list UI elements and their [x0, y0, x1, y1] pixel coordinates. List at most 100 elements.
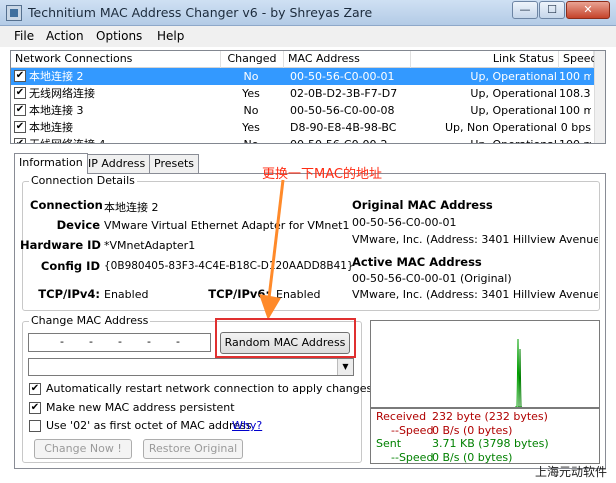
column-link-status[interactable]: Link Status [411, 51, 559, 68]
row-checkbox[interactable]: ✔ [14, 87, 26, 99]
list-header: Network Connections Changed MAC Address … [11, 51, 605, 68]
cell-speed: 100 mbps [559, 70, 591, 83]
cell-name: 无线网络连接 [29, 87, 95, 100]
cell-speed: 100 m [559, 136, 591, 143]
menu-action[interactable]: Action [46, 29, 84, 43]
chevron-down-icon[interactable]: ▼ [337, 359, 353, 375]
list-scrollbar[interactable] [594, 51, 605, 143]
persistent-label: Make new MAC address persistent [46, 401, 235, 414]
cell-name: 本地连接 [29, 121, 73, 134]
cell-name: 本地连接 2 [29, 70, 84, 83]
original-mac-heading: Original MAC Address [352, 198, 493, 212]
column-network-connections[interactable]: Network Connections [11, 51, 221, 68]
tab-information[interactable]: Information [14, 153, 88, 174]
auto-restart-label: Automatically restart network connection… [46, 382, 373, 395]
config-id-label: Config ID [40, 259, 100, 273]
original-vendor: VMware, Inc. (Address: 3401 Hillview Ave… [352, 233, 598, 246]
mac-separator: - [60, 335, 64, 348]
sent-speed-value: 0 B/s (0 bytes) [432, 451, 513, 464]
row-checkbox[interactable]: ✔ [14, 121, 26, 133]
window-title: Technitium MAC Address Changer v6 - by S… [28, 5, 373, 20]
row-checkbox[interactable]: ✔ [14, 138, 26, 143]
hardware-id-label: Hardware ID [20, 238, 101, 252]
cell-changed: No [243, 70, 259, 83]
row-checkbox[interactable]: ✔ [14, 70, 26, 82]
table-row[interactable]: ✔ 无线网络连接 Yes 02-0B-D2-3B-F7-D7 Up, Operation… [11, 85, 605, 102]
use-02-checkbox[interactable] [29, 420, 41, 432]
use-02-label: Use '02' as first octet of MAC address [46, 419, 252, 432]
cell-mac: D8-90-E8-4B-98-BC [290, 121, 397, 134]
cell-link: Up, Operational [470, 87, 557, 100]
cell-name: 无线网络连接 4 [29, 136, 219, 143]
hardware-id-value: *VMnetAdapter1 [104, 239, 196, 252]
tcpv4-value: Enabled [104, 288, 149, 301]
cell-changed: No [221, 136, 281, 143]
active-mac-value: 00-50-56-C0-00-01 (Original) [352, 272, 512, 285]
tab-presets[interactable]: Presets [149, 154, 200, 174]
device-label: Device [56, 218, 100, 232]
app-icon [6, 5, 22, 21]
menu-file[interactable]: File [14, 29, 34, 43]
tcpv4-label: TCP/IPv4: [38, 287, 100, 301]
sent-label: Sent [376, 437, 402, 450]
menu-bar: File Action Options Help [0, 26, 616, 47]
cell-changed: Yes [242, 87, 260, 100]
sent-speed-label: --Speed [391, 451, 434, 464]
close-button[interactable]: ✕ [566, 1, 610, 19]
config-id-value: {0B980405-83F3-4C4E-B18C-D120AADD8B41} [104, 260, 354, 272]
mac-address-input[interactable]: - - - - - [28, 333, 211, 352]
table-row[interactable]: ✔ 本地连接 3 No 00-50-56-C0-00-08 Up, Operationa… [11, 102, 605, 119]
cell-mac: 02-0B-D2-3B-F7-D7 [290, 87, 398, 100]
cell-changed: Yes [242, 121, 260, 134]
original-mac-value: 00-50-56-C0-00-01 [352, 216, 457, 229]
column-speed[interactable]: Speed [559, 51, 597, 68]
cell-name: 本地连接 3 [29, 104, 84, 117]
watermark: 上海元动软件 [535, 465, 608, 479]
cell-mac: 00-50-56-C0-00-01 [290, 70, 395, 83]
change-mac-title: Change MAC Address [29, 314, 151, 327]
vendor-select[interactable]: ▼ [28, 358, 354, 376]
auto-restart-checkbox[interactable]: ✔ [29, 383, 41, 395]
device-value: VMware Virtual Ethernet Adapter for VMne… [104, 219, 350, 232]
tab-ip-address[interactable]: IP Address [83, 154, 151, 174]
cell-mac: 00-50-56-C0-00-2 [290, 136, 420, 143]
cell-link: Up, Operational [470, 70, 557, 83]
cell-speed: 0 bps [560, 121, 591, 134]
connection-label: Connection [30, 198, 103, 212]
active-vendor: VMware, Inc. (Address: 3401 Hillview Ave… [352, 288, 598, 301]
traffic-graph-svg [515, 338, 522, 407]
menu-help[interactable]: Help [157, 29, 184, 43]
change-now-button[interactable]: Change Now ! [34, 439, 132, 459]
table-row[interactable]: ✔ 本地连接 2 No 00-50-56-C0-00-01 Up, Operationa… [11, 68, 605, 85]
active-mac-heading: Active MAC Address [352, 255, 482, 269]
table-row[interactable]: ✔无线网络连接 4No 00-50-56-C0-00-2Up, Operation… [11, 136, 605, 143]
received-speed-value: 0 B/s (0 bytes) [432, 424, 513, 437]
traffic-stats: Received 232 byte (232 bytes) --Speed 0 … [370, 408, 600, 464]
mac-separator: - [176, 335, 180, 348]
connections-list[interactable]: Network Connections Changed MAC Address … [10, 50, 606, 144]
title-bar[interactable]: Technitium MAC Address Changer v6 - by S… [0, 0, 616, 26]
row-checkbox[interactable]: ✔ [14, 104, 26, 116]
maximize-button[interactable]: ☐ [539, 1, 565, 19]
cell-speed: 108.3 m [559, 87, 591, 100]
column-changed[interactable]: Changed [221, 51, 284, 68]
annotation-highlight-box [215, 318, 356, 358]
connection-value: 本地连接 2 [104, 201, 159, 214]
mac-separator: - [89, 335, 93, 348]
received-label: Received [376, 410, 427, 423]
received-speed-label: --Speed [391, 424, 434, 437]
cell-speed: 100 mbps [559, 104, 591, 117]
mac-separator: - [118, 335, 122, 348]
table-row[interactable]: ✔ 本地连接 Yes D8-90-E8-4B-98-BC Up, Non Operati… [11, 119, 605, 136]
annotation-arrow [259, 179, 285, 320]
cell-link: Up, Non Operational [445, 121, 557, 134]
persistent-checkbox[interactable]: ✔ [29, 402, 41, 414]
sent-value: 3.71 KB (3798 bytes) [432, 437, 549, 450]
menu-options[interactable]: Options [96, 29, 142, 43]
connection-details-title: Connection Details [29, 174, 137, 187]
column-mac-address[interactable]: MAC Address [284, 51, 411, 68]
restore-original-button[interactable]: Restore Original [143, 439, 243, 459]
minimize-button[interactable]: — [512, 1, 538, 19]
cell-link: Up, Operational [470, 104, 557, 117]
why-link[interactable]: Why? [232, 419, 262, 432]
